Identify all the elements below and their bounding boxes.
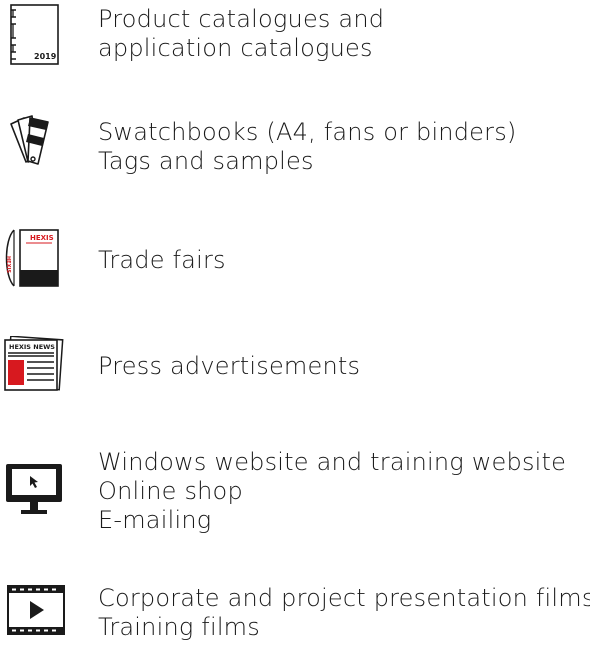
- newspaper-masthead: HEXIS NEWS: [9, 343, 55, 351]
- list-item-text: Corporate and project presentation films…: [98, 584, 590, 642]
- catalogue-year-label: 2019: [34, 52, 57, 61]
- list-item-line: Training films: [98, 613, 260, 641]
- trade-fair-side-label: HEXIS: [5, 256, 11, 273]
- list-item-line: Corporate and project presentation films: [98, 584, 590, 612]
- trade-fair-banner-label: HEXIS: [30, 234, 54, 242]
- catalogue-icon: 2019: [8, 4, 60, 66]
- list-item-line: application catalogues: [98, 34, 373, 62]
- list-item-line: E-mailing: [98, 506, 212, 534]
- monitor-cursor-icon: [4, 462, 64, 518]
- list-item-line: Online shop: [98, 477, 243, 505]
- list-item-text: Press advertisements: [98, 352, 360, 381]
- list-item-line: Press advertisements: [98, 352, 361, 380]
- list-item-line: Trade fairs: [98, 246, 226, 274]
- swatchbook-fan-icon: [8, 112, 60, 172]
- newspaper-icon: HEXIS NEWS: [0, 336, 64, 392]
- list-item-text: Swatchbooks (A4, fans or binders) Tags a…: [98, 118, 516, 176]
- list-item-line: Windows website and training website: [98, 448, 567, 476]
- list-item-line: Swatchbooks (A4, fans or binders): [98, 118, 517, 146]
- trade-fair-stand-icon: HEXIS HEXIS: [0, 226, 62, 290]
- list-item-text: Product catalogues and application catal…: [98, 5, 384, 63]
- list-item-text: Trade fairs: [98, 246, 226, 275]
- list-item-line: Product catalogues and: [98, 5, 385, 33]
- list-item-line: Tags and samples: [98, 147, 314, 175]
- video-player-icon: [6, 584, 66, 636]
- list-item-text: Windows website and training website Onl…: [98, 448, 566, 535]
